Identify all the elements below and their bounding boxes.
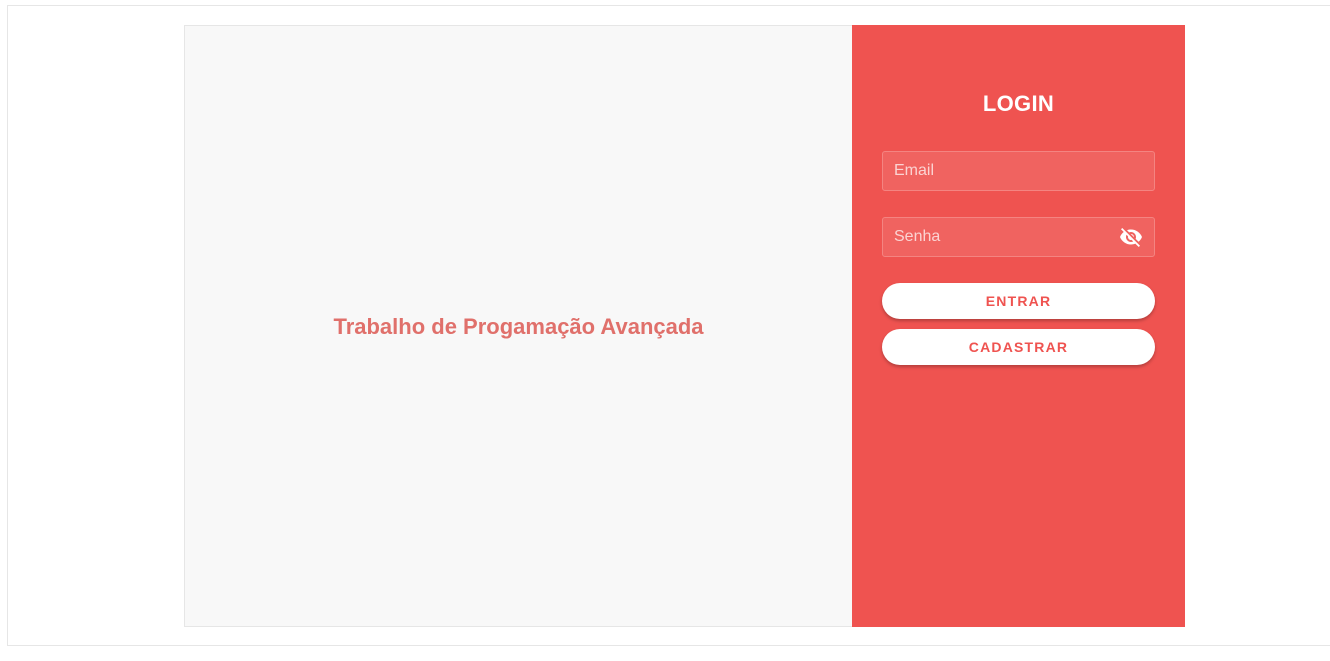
eye-off-icon[interactable] — [1116, 222, 1146, 252]
password-field-wrapper — [882, 217, 1155, 257]
email-input[interactable] — [883, 152, 1154, 190]
project-title: Trabalho de Progamação Avançada — [333, 314, 704, 339]
intro-panel: Trabalho de Progamação Avançada — [184, 25, 852, 627]
password-input[interactable] — [883, 218, 1116, 256]
login-card: Trabalho de Progamação Avançada LOGIN EN… — [184, 25, 1185, 627]
register-button[interactable]: CADASTRAR — [882, 329, 1155, 365]
login-panel: LOGIN ENTRAR CADASTRAR — [852, 25, 1185, 627]
login-button[interactable]: ENTRAR — [882, 283, 1155, 319]
login-title: LOGIN — [982, 91, 1055, 116]
email-field-wrapper — [882, 151, 1155, 191]
